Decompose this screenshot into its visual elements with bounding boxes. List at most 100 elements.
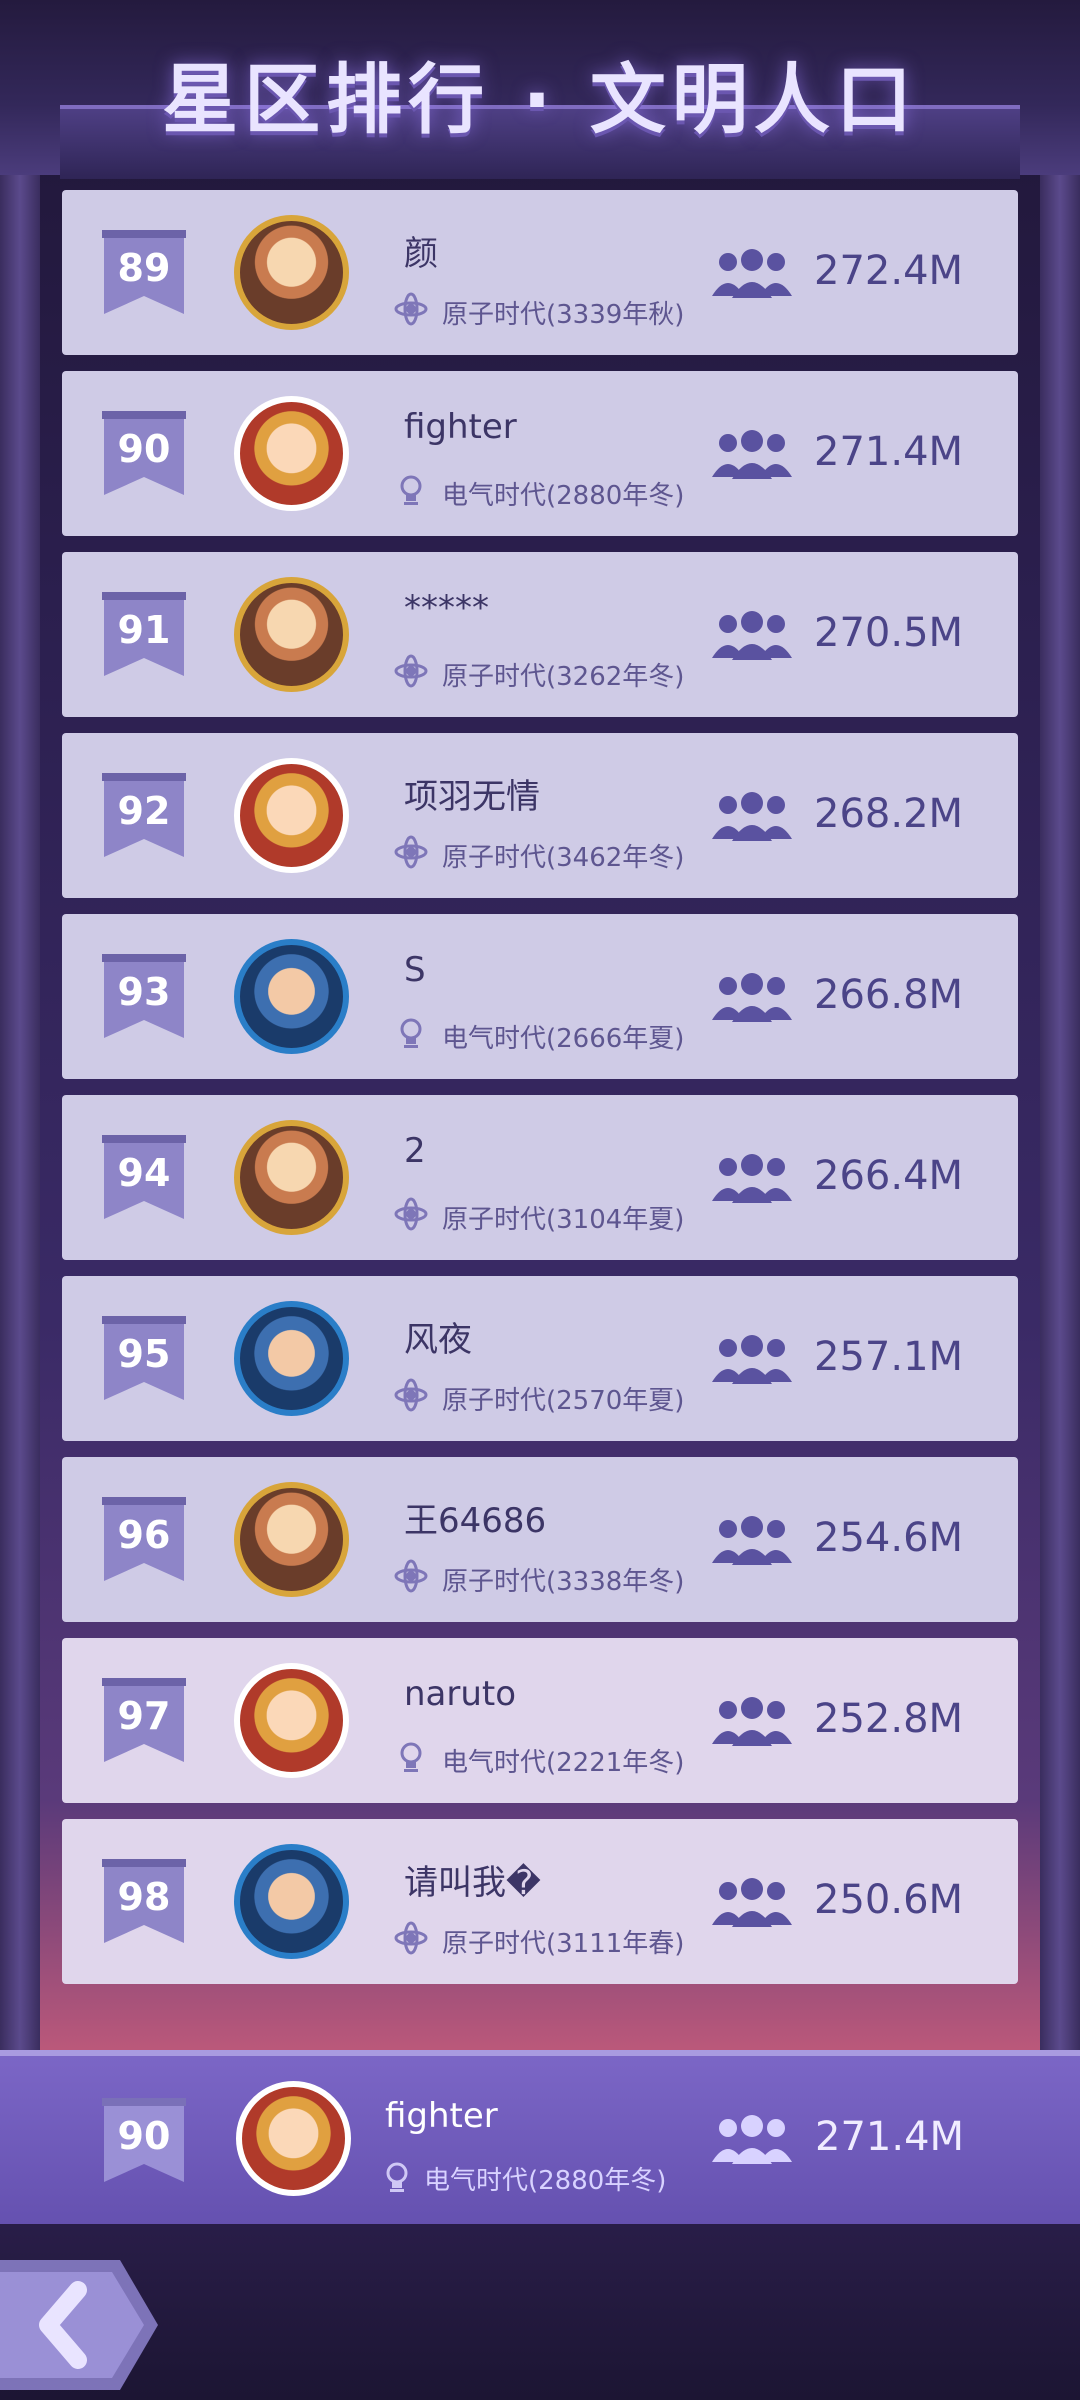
player-avatar[interactable] bbox=[234, 939, 349, 1054]
era-label: 电气时代(2666年夏) bbox=[442, 1024, 685, 1054]
ranking-row[interactable]: 93 S 电气时代(2666年夏) 266.8M bbox=[62, 914, 1018, 1079]
player-name: naruto bbox=[404, 1674, 517, 1714]
rank-badge: 90 bbox=[102, 411, 186, 495]
rank-badge: 93 bbox=[102, 954, 186, 1038]
population-value: 271.4M bbox=[815, 2114, 965, 2160]
era-label: 电气时代(2221年冬) bbox=[442, 1748, 685, 1778]
era-label: 电气时代(2880年冬) bbox=[442, 481, 685, 511]
ranking-row[interactable]: 96 王64686 原子时代(3338年冬) 254.6M bbox=[62, 1457, 1018, 1622]
player-avatar[interactable] bbox=[234, 577, 349, 692]
player-avatar[interactable] bbox=[234, 1120, 349, 1235]
rank-badge: 91 bbox=[102, 592, 186, 676]
population-value: 270.5M bbox=[814, 610, 964, 656]
self-ranking-row[interactable]: 90 fighter 电气时代(2880年冬) 271.4M bbox=[0, 2050, 1080, 2224]
bulb-icon bbox=[386, 2162, 408, 2192]
people-icon bbox=[712, 1878, 792, 1927]
era-label: 原子时代(3462年冬) bbox=[442, 843, 685, 873]
player-avatar[interactable] bbox=[234, 1663, 349, 1778]
rank-number: 97 bbox=[117, 1694, 171, 1738]
era-label: 原子时代(3104年夏) bbox=[442, 1205, 685, 1235]
player-name: 请叫我� bbox=[404, 1863, 541, 1903]
page-title: 星区排行 · 文明人口 bbox=[162, 55, 918, 144]
era-label: 电气时代(2880年冬) bbox=[424, 2166, 667, 2196]
people-icon bbox=[712, 611, 792, 660]
bulb-icon bbox=[400, 475, 422, 505]
atom-icon bbox=[394, 1559, 428, 1593]
player-avatar[interactable] bbox=[234, 215, 349, 330]
atom-icon bbox=[394, 1197, 428, 1231]
player-name: fighter bbox=[404, 407, 517, 447]
player-avatar[interactable] bbox=[234, 396, 349, 511]
population-value: 254.6M bbox=[814, 1515, 964, 1561]
people-icon bbox=[712, 792, 792, 841]
population-value: 272.4M bbox=[814, 248, 964, 294]
people-icon bbox=[712, 973, 792, 1022]
rank-number: 93 bbox=[117, 970, 171, 1014]
back-arrow-icon[interactable] bbox=[0, 2250, 160, 2400]
player-avatar[interactable] bbox=[234, 1844, 349, 1959]
rank-badge: 97 bbox=[102, 1678, 186, 1762]
ranking-row[interactable]: 90 fighter 电气时代(2880年冬) 271.4M bbox=[62, 371, 1018, 536]
era-label: 原子时代(3262年冬) bbox=[442, 662, 685, 692]
player-name: 2 bbox=[404, 1131, 426, 1171]
player-avatar[interactable] bbox=[234, 1301, 349, 1416]
bulb-icon bbox=[400, 1742, 422, 1772]
player-name: 王64686 bbox=[404, 1501, 547, 1541]
population-value: 271.4M bbox=[814, 429, 964, 475]
rank-number: 94 bbox=[117, 1151, 171, 1195]
people-icon bbox=[712, 1154, 792, 1203]
rank-number: 89 bbox=[117, 246, 171, 290]
player-name: ***** bbox=[404, 588, 489, 628]
rank-number: 95 bbox=[117, 1332, 171, 1376]
population-value: 268.2M bbox=[814, 791, 964, 837]
people-icon bbox=[712, 430, 792, 479]
ranking-row[interactable]: 92 项羽无情 原子时代(3462年冬) 268.2M bbox=[62, 733, 1018, 898]
era-label: 原子时代(2570年夏) bbox=[442, 1386, 685, 1416]
people-icon bbox=[712, 1697, 792, 1746]
ranking-row[interactable]: 91 ***** 原子时代(3262年冬) 270.5M bbox=[62, 552, 1018, 717]
player-name: 风夜 bbox=[404, 1320, 472, 1360]
population-value: 257.1M bbox=[814, 1334, 964, 1380]
rank-badge: 94 bbox=[102, 1135, 186, 1219]
atom-icon bbox=[394, 835, 428, 869]
people-icon bbox=[712, 1335, 792, 1384]
population-value: 252.8M bbox=[814, 1696, 964, 1742]
ranking-row[interactable]: 97 naruto 电气时代(2221年冬) 252.8M bbox=[62, 1638, 1018, 1803]
population-value: 266.8M bbox=[814, 972, 964, 1018]
player-name: 项羽无情 bbox=[404, 777, 540, 817]
rank-number: 90 bbox=[117, 2114, 171, 2158]
player-avatar[interactable] bbox=[234, 1482, 349, 1597]
frame-pillar-left bbox=[0, 120, 40, 2060]
ranking-row[interactable]: 94 2 原子时代(3104年夏) 266.4M bbox=[62, 1095, 1018, 1260]
rank-badge: 90 bbox=[102, 2098, 186, 2182]
rank-number: 91 bbox=[117, 608, 171, 652]
header: 星区排行 · 文明人口 bbox=[0, 0, 1080, 179]
atom-icon bbox=[394, 1921, 428, 1955]
rank-badge: 95 bbox=[102, 1316, 186, 1400]
player-name: S bbox=[404, 950, 426, 990]
ranking-row[interactable]: 89 颜 原子时代(3339年秋) 272.4M bbox=[62, 190, 1018, 355]
people-icon bbox=[712, 1516, 792, 1565]
atom-icon bbox=[394, 654, 428, 688]
ranking-row[interactable]: 98 请叫我� 原子时代(3111年春) 250.6M bbox=[62, 1819, 1018, 1984]
people-icon bbox=[712, 2115, 792, 2164]
ranking-row[interactable]: 95 风夜 原子时代(2570年夏) 257.1M bbox=[62, 1276, 1018, 1441]
player-avatar[interactable] bbox=[234, 758, 349, 873]
atom-icon bbox=[394, 292, 428, 326]
rank-number: 92 bbox=[117, 789, 171, 833]
rank-number: 96 bbox=[117, 1513, 171, 1557]
people-icon bbox=[712, 249, 792, 298]
rank-number: 90 bbox=[117, 427, 171, 471]
rank-badge: 96 bbox=[102, 1497, 186, 1581]
rank-badge: 92 bbox=[102, 773, 186, 857]
atom-icon bbox=[394, 1378, 428, 1412]
rank-badge: 98 bbox=[102, 1859, 186, 1943]
frame-pillar-right bbox=[1040, 120, 1080, 2060]
player-avatar[interactable] bbox=[236, 2081, 351, 2196]
ranking-list[interactable]: 89 颜 原子时代(3339年秋) 272.4M 90 fighter 电气时代… bbox=[62, 190, 1018, 2000]
population-value: 266.4M bbox=[814, 1153, 964, 1199]
player-name: fighter bbox=[385, 2096, 498, 2136]
era-label: 原子时代(3338年冬) bbox=[442, 1567, 685, 1597]
rank-badge: 89 bbox=[102, 230, 186, 314]
era-label: 原子时代(3339年秋) bbox=[442, 300, 685, 330]
